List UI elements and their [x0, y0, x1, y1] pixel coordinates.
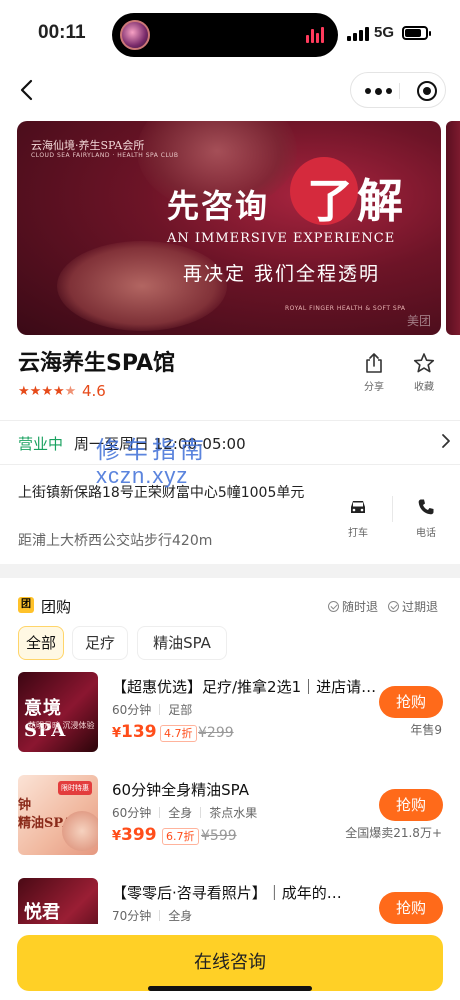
star-icon: ★: [18, 384, 30, 399]
taxi-button[interactable]: 打车: [338, 498, 378, 539]
sales-count: 全国爆卖21.8万+: [345, 826, 442, 840]
buy-button[interactable]: 抢购: [379, 686, 443, 718]
phone-icon: [418, 499, 434, 515]
banner-headline-large: 了解: [307, 174, 407, 228]
online-consult-button[interactable]: 在线咨询: [17, 935, 443, 991]
banner-logo-en: CLOUD SEA FAIRYLAND · HEALTH SPA CLUB: [31, 152, 179, 159]
shop-distance: 距浦上大桥西公交站步行420m: [18, 533, 213, 549]
taxi-label: 打车: [348, 528, 368, 539]
mini-program-capsule: [350, 72, 446, 108]
filter-tab-foot[interactable]: 足疗: [72, 626, 128, 660]
filter-tab-all[interactable]: 全部: [18, 626, 64, 660]
group-buy-title: 团购: [41, 598, 72, 616]
close-mini-program-icon[interactable]: [417, 81, 437, 101]
banner-headline: 先咨询: [167, 187, 270, 225]
banner-watermark: 美团: [406, 314, 431, 328]
chevron-right-icon[interactable]: [440, 433, 452, 449]
battery-icon: [402, 26, 431, 40]
star-icon: ★: [41, 384, 53, 399]
deal-title[interactable]: 【超惠优选】足疗/推拿2选1｜进店请…: [112, 676, 377, 697]
deal-price: ¥139: [112, 722, 157, 742]
star-icon: ★: [52, 384, 65, 399]
phone-button[interactable]: 电话: [406, 498, 446, 539]
business-hours[interactable]: 周一至周日 12:00-05:00: [74, 433, 246, 454]
dynamic-island[interactable]: [112, 13, 338, 57]
original-price: ¥599: [201, 828, 237, 844]
nav-bar: [0, 64, 460, 116]
buy-button[interactable]: 抢购: [379, 789, 443, 821]
refund-expired-badge: 过期退: [388, 598, 438, 615]
deal-price: ¥399: [112, 825, 157, 845]
rating-stars: ★ ★ ★ ★ ★: [18, 384, 76, 399]
deal-tags: 70分钟 全身: [112, 909, 193, 923]
discount-badge: 6.7折: [162, 828, 199, 845]
deal-title[interactable]: 60分钟全身精油SPA: [112, 779, 362, 800]
shop-address[interactable]: 上街镇新保路18号正荣财富中心5幢1005单元: [18, 482, 328, 504]
banner-logo: 云海仙境·养生SPA会所: [31, 139, 145, 152]
group-buy-icon: 团: [18, 597, 34, 613]
phone-label: 电话: [416, 528, 436, 539]
star-outline-icon: [413, 353, 435, 373]
original-price: ¥299: [198, 725, 234, 741]
banner-next-image[interactable]: [446, 121, 460, 335]
banner-subline: 再决定 我们全程透明: [183, 263, 381, 285]
favorite-button[interactable]: 收藏: [404, 352, 444, 393]
network-type: 5G: [374, 24, 395, 41]
shop-banner[interactable]: 云海仙境·养生SPA会所 CLOUD SEA FAIRYLAND · HEALT…: [17, 121, 441, 335]
open-status: 营业中: [18, 435, 64, 453]
share-icon: [366, 353, 382, 373]
refund-anytime-badge: 随时退: [328, 598, 378, 615]
status-time: 00:11: [38, 22, 86, 43]
discount-badge: 4.7折: [160, 725, 197, 742]
car-icon: [351, 501, 365, 513]
share-label: 分享: [364, 382, 384, 393]
deal-tags: 60分钟 足部: [112, 703, 193, 717]
star-half-icon: ★: [64, 384, 77, 399]
signal-icon: [347, 27, 369, 41]
deal-image[interactable]: 意境SPA 花明月暗 沉浸体验: [18, 672, 98, 752]
status-bar: 00:11 5G: [0, 0, 460, 64]
check-circle-icon: [388, 601, 399, 612]
banner-footer: ROYAL FINGER HEALTH & SOFT SPA: [285, 305, 406, 312]
deal-title[interactable]: 【零零后·咨寻看照片】｜成年的…: [112, 882, 362, 903]
audio-wave-icon: [306, 27, 324, 43]
shop-name: 云海养生SPA馆: [18, 351, 175, 376]
buy-button[interactable]: 抢购: [379, 892, 443, 924]
more-icon[interactable]: [365, 87, 392, 95]
filter-tab-oil-spa[interactable]: 精油SPA: [137, 626, 227, 660]
home-indicator[interactable]: [148, 986, 312, 991]
now-playing-artwork[interactable]: [120, 20, 150, 50]
rating-score: 4.6: [82, 382, 106, 400]
back-icon[interactable]: [16, 76, 40, 104]
favorite-label: 收藏: [414, 382, 434, 393]
banner-english: AN IMMERSIVE EXPERIENCE: [167, 231, 396, 246]
share-button[interactable]: 分享: [354, 352, 394, 393]
deal-image[interactable]: 限时特惠 钟 精油SPA: [18, 775, 98, 855]
check-circle-icon: [328, 601, 339, 612]
deal-tags: 60分钟 全身 茶点水果: [112, 806, 258, 820]
sales-count: 年售9: [410, 723, 442, 737]
star-icon: ★: [29, 384, 42, 399]
